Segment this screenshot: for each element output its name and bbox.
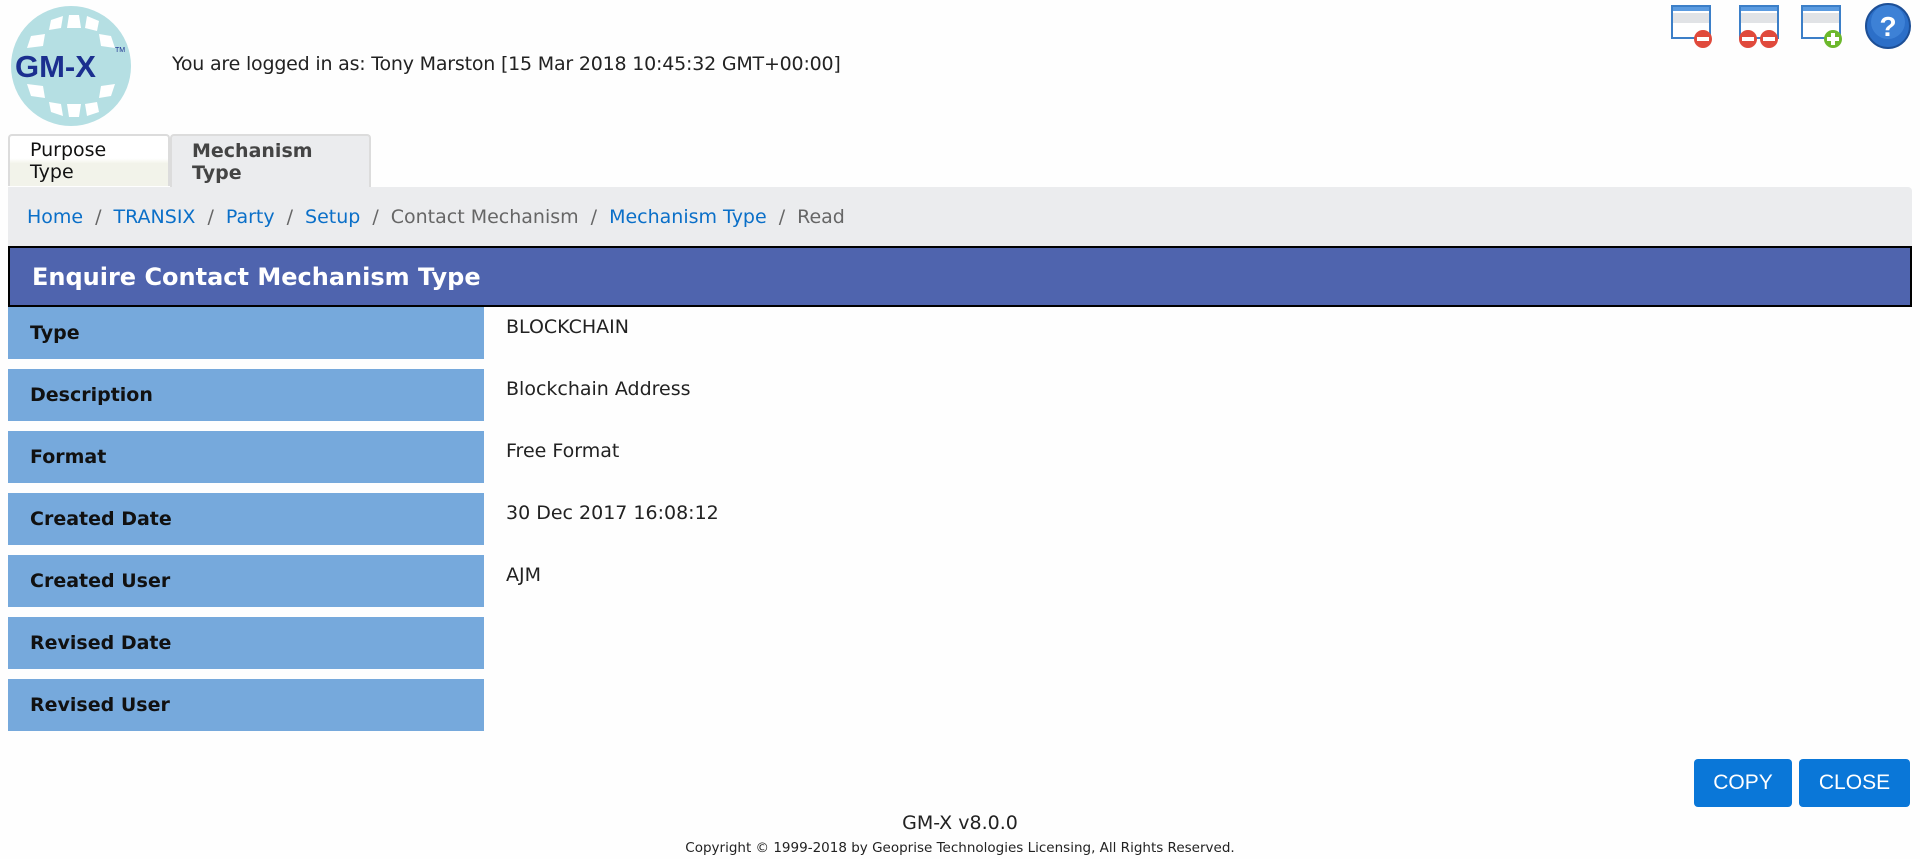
help-icon[interactable]: ? — [1864, 2, 1912, 50]
copy-button[interactable]: COPY — [1694, 759, 1792, 807]
field-label: Created User — [8, 555, 484, 607]
close-button[interactable]: CLOSE — [1799, 759, 1910, 807]
field-row-type: Type BLOCKCHAIN — [8, 307, 1912, 359]
field-row-format: Format Free Format — [8, 431, 1912, 483]
field-value: Blockchain Address — [506, 378, 691, 400]
field-value: Free Format — [506, 440, 620, 462]
field-label: Description — [8, 369, 484, 421]
field-label: Format — [8, 431, 484, 483]
breadcrumb-transix[interactable]: TRANSIX — [114, 206, 196, 228]
breadcrumb-separator: / — [286, 205, 294, 228]
gm-x-logo: GM-X TM — [11, 6, 131, 126]
breadcrumb: Home / TRANSIX / Party / Setup / Contact… — [8, 187, 1912, 246]
breadcrumb-mechanism-type[interactable]: Mechanism Type — [609, 206, 767, 228]
field-row-revised-user: Revised User — [8, 679, 1912, 731]
page-title: Enquire Contact Mechanism Type — [8, 246, 1912, 307]
logo-text: GM-X — [15, 49, 96, 84]
window-toolbar: ? — [1669, 2, 1912, 50]
hide-window-icon[interactable] — [1669, 2, 1717, 50]
breadcrumb-read: Read — [797, 205, 845, 228]
hide-all-windows-icon[interactable] — [1734, 2, 1782, 50]
breadcrumb-home[interactable]: Home — [27, 206, 83, 228]
field-label: Revised Date — [8, 617, 484, 669]
field-label: Type — [8, 307, 484, 359]
new-window-icon[interactable] — [1799, 2, 1847, 50]
svg-text:?: ? — [1879, 11, 1896, 42]
breadcrumb-contact-mechanism: Contact Mechanism — [390, 205, 579, 228]
field-label: Created Date — [8, 493, 484, 545]
logged-in-status: You are logged in as: Tony Marston [15 M… — [172, 53, 841, 75]
field-value: 30 Dec 2017 16:08:12 — [506, 502, 719, 524]
footer-version: GM-X v8.0.0 — [902, 812, 1018, 834]
tab-mechanism-type[interactable]: Mechanism Type — [170, 134, 371, 188]
breadcrumb-separator: / — [778, 205, 786, 228]
breadcrumb-setup[interactable]: Setup — [305, 206, 360, 228]
breadcrumb-separator: / — [372, 205, 379, 228]
breadcrumb-separator: / — [207, 205, 214, 228]
field-row-revised-date: Revised Date — [8, 617, 1912, 669]
field-label: Revised User — [8, 679, 484, 731]
svg-text:TM: TM — [115, 47, 125, 54]
tab-bar: Purpose Type Mechanism Type — [8, 134, 371, 188]
field-value: BLOCKCHAIN — [506, 316, 629, 338]
field-row-created-user: Created User AJM — [8, 555, 1912, 607]
field-row-description: Description Blockchain Address — [8, 369, 1912, 421]
breadcrumb-separator: / — [590, 205, 598, 228]
detail-form: Type BLOCKCHAIN Description Blockchain A… — [8, 307, 1912, 741]
field-value: AJM — [506, 564, 541, 586]
breadcrumb-separator: / — [95, 205, 102, 228]
footer-copyright: Copyright © 1999-2018 by Geoprise Techno… — [685, 840, 1235, 856]
tab-purpose-type[interactable]: Purpose Type — [8, 134, 170, 186]
breadcrumb-party[interactable]: Party — [226, 206, 275, 228]
field-row-created-date: Created Date 30 Dec 2017 16:08:12 — [8, 493, 1912, 545]
